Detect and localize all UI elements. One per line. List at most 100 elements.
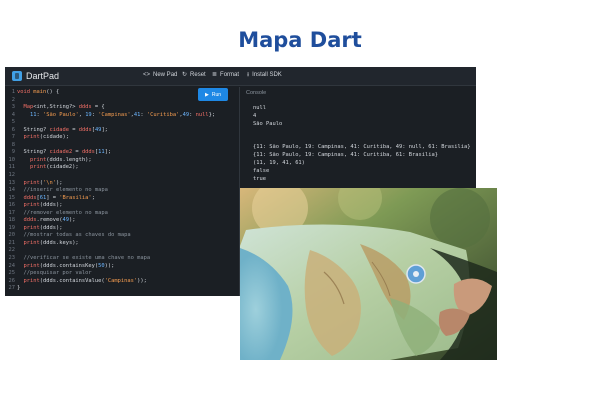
code-token: main (33, 89, 47, 95)
code-line: 19 print (ddds); (5, 225, 239, 233)
map-photo-illustration (240, 188, 497, 360)
code-token: ddds (81, 149, 95, 156)
line-number: 15 (8, 194, 16, 201)
code-token: 'Campinas' (98, 111, 131, 118)
app-name: DartPad (26, 71, 60, 81)
code-token: 'Brasilia' (59, 194, 92, 201)
code-token: //mostrar todas as chaves do mapa (17, 232, 131, 239)
code-line: 14 //inserir elemento no mapa (5, 187, 239, 195)
code-line: 7 print (cidade); (5, 134, 239, 142)
reset-label: Reset (190, 72, 206, 78)
line-number: 9 (11, 149, 15, 156)
code-token: = (68, 126, 79, 133)
run-button[interactable]: ▶ Run (198, 88, 228, 101)
code-token: ]; (101, 126, 108, 133)
line-number: 8 (11, 141, 15, 148)
console-line: {11: São Paulo, 19: Campinas, 41: Curiti… (253, 144, 471, 151)
code-line: 25 //pesquisar por valor (5, 270, 239, 278)
code-token: ddds (23, 194, 37, 201)
new-pad-button[interactable]: <> New Pad (143, 72, 177, 78)
code-token: (ddds.containsValue( (39, 277, 105, 284)
line-number: 21 (8, 239, 16, 246)
code-token: //inserir elemento no mapa (17, 187, 108, 194)
line-number: 18 (8, 217, 16, 224)
line-number: 22 (8, 247, 16, 254)
line-number: 14 (8, 187, 16, 194)
code-line: 26 print (ddds.containsValue('Campinas'))… (5, 278, 239, 286)
code-token: ); (68, 217, 76, 224)
code-token: ddds (78, 126, 92, 133)
code-line: 13 print('\n'); (5, 180, 239, 188)
console-line: true (253, 176, 266, 183)
code-token: print (23, 134, 40, 141)
line-number: 12 (8, 172, 16, 179)
code-token: (cidade2); (46, 164, 79, 171)
code-line: 27} (5, 285, 239, 293)
code-token: print (23, 239, 40, 246)
code-token: 'Curitiba' (146, 111, 180, 118)
console-header: Console (246, 90, 267, 96)
code-line: 17 //remover elemento no mapa (5, 210, 239, 218)
format-button[interactable]: ≣ Format (212, 72, 239, 78)
code-token: //verificar se existe uma chave no mapa (17, 255, 151, 262)
code-token: ddds (78, 104, 92, 111)
console-output: null 4 São Paulo {11: São Paulo, 19: Campin… (253, 105, 470, 184)
install-sdk-button[interactable]: ⭳ Install SDK (247, 72, 282, 78)
console-line: null (253, 105, 266, 111)
code-token: print (23, 262, 40, 269)
code-line: 8 (5, 142, 239, 150)
code-line: 21 print (ddds.keys); (5, 240, 239, 248)
code-line: 20 //mostrar todas as chaves do mapa (5, 232, 239, 240)
code-line: 10 print (ddds.length); (5, 157, 239, 165)
code-token: <int,String?> (33, 104, 79, 111)
code-token: (ddds.keys); (39, 239, 79, 246)
download-icon: ⭳ (247, 72, 250, 78)
code-token: String? (17, 149, 50, 156)
refresh-icon: ↻ (182, 72, 188, 78)
line-number: 1 (11, 89, 15, 95)
line-number: 26 (8, 277, 16, 284)
code-token: '\n' (42, 179, 56, 186)
console-line: {11: São Paulo, 19: Campinas, 41: Curiti… (253, 152, 438, 159)
code-token: print (23, 179, 40, 186)
code-line: 5 (5, 119, 239, 127)
code-line: 12 (5, 172, 239, 180)
code-token: null (195, 111, 209, 118)
code-token: String? (17, 126, 50, 133)
code-line: 16 print (ddds); (5, 202, 239, 210)
console-line: 4 (253, 112, 257, 119)
code-line: 4 11: 'São Paulo', 19: 'Campinas', 41: 'C… (5, 112, 239, 120)
code-token: (ddds); (39, 202, 63, 209)
console-line: (11, 19, 41, 61) (253, 160, 305, 167)
line-number: 17 (8, 209, 16, 216)
reset-button[interactable]: ↻ Reset (182, 72, 206, 78)
line-number: 16 (8, 202, 16, 209)
code-line: 15 ddds[61] = 'Brasilia'; (5, 195, 239, 203)
code-token: //pesquisar por valor (17, 270, 92, 277)
code-token: (ddds.length); (46, 156, 92, 163)
code-token: = (72, 149, 82, 156)
line-number: 27 (8, 285, 16, 292)
run-label: Run (211, 91, 222, 98)
format-label: Format (220, 72, 240, 78)
code-token: void (17, 89, 34, 95)
line-number: 11 (8, 164, 16, 171)
line-number: 23 (8, 255, 16, 262)
console-line: São Paulo (253, 120, 283, 127)
install-sdk-label: Install SDK (252, 72, 282, 78)
line-number: 20 (8, 232, 16, 239)
brand: DartPad (12, 71, 59, 81)
play-icon: ▶ (204, 91, 209, 98)
code-icon: <> (143, 72, 151, 78)
code-token: )); (104, 262, 115, 269)
code-token: (ddds); (39, 224, 63, 231)
map-photo (240, 188, 497, 360)
code-editor[interactable]: 1 void main() {2 3 Map <int,String?> ddds =… (5, 87, 240, 296)
new-pad-label: New Pad (153, 72, 178, 78)
code-token: print (23, 224, 40, 231)
format-icon: ≣ (212, 72, 218, 78)
